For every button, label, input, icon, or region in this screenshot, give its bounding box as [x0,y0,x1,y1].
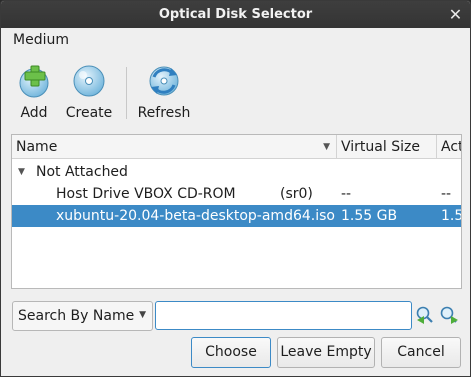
tree-header: Name ▼ Virtual Size Act [12,135,461,159]
column-header-actual-size[interactable]: Act [437,135,462,159]
search-mode-select[interactable]: Search By Name ▼ [12,301,153,331]
create-disk-icon [73,65,105,97]
tree-row-selected[interactable]: xubuntu-20.04-beta-desktop-amd64.iso 1.5… [12,205,461,227]
row-name: xubuntu-20.04-beta-desktop-amd64.iso [56,208,335,224]
expanded-arrow-icon[interactable]: ▼ [18,161,25,183]
title-bar: Optical Disk Selector ✕ [1,1,470,28]
row-virtual-size: -- [341,186,352,202]
refresh-button[interactable]: Refresh [135,57,193,123]
tree-row[interactable]: Host Drive VBOX CD-ROM (sr0) -- -- [12,183,461,205]
column-name-label: Name [16,139,58,155]
row-detail: (sr0) [280,186,313,202]
search-mode-label: Search By Name [18,308,135,324]
row-actual-size: 1.5 [441,208,462,224]
add-disk-icon [19,65,49,98]
medium-tree[interactable]: Name ▼ Virtual Size Act ▼ Not Attached H… [11,134,462,289]
optical-disk-selector-window: Optical Disk Selector ✕ Medium Add Creat… [0,0,471,377]
column-virtual-size-label: Virtual Size [341,139,420,155]
row-actual-size: -- [441,186,452,202]
close-icon[interactable]: ✕ [448,7,463,23]
search-input[interactable] [155,301,412,330]
tree-group-not-attached[interactable]: ▼ Not Attached [12,161,461,183]
column-header-name[interactable]: Name ▼ [12,135,337,159]
toolbar: Add Create Refresh [1,57,470,127]
search-next-icon[interactable] [439,305,459,325]
menu-medium[interactable]: Medium [13,32,69,48]
window-title: Optical Disk Selector [158,7,313,22]
group-label: Not Attached [36,164,128,180]
row-virtual-size: 1.55 GB [341,208,398,224]
create-button-label: Create [65,105,113,121]
add-button-label: Add [20,105,48,121]
menu-bar: Medium [1,28,470,52]
choose-button[interactable]: Choose [191,337,271,368]
refresh-button-label: Refresh [137,105,191,121]
search-previous-icon[interactable] [415,305,435,325]
sort-down-icon: ▼ [323,142,330,152]
toolbar-separator [126,67,127,119]
create-button[interactable]: Create [65,57,113,123]
cancel-button[interactable]: Cancel [381,337,461,368]
add-button[interactable]: Add [13,57,55,123]
refresh-icon [149,66,179,96]
column-header-virtual-size[interactable]: Virtual Size [337,135,437,159]
row-name: Host Drive VBOX CD-ROM [56,186,236,202]
column-actual-size-label: Act [441,139,462,155]
chevron-down-icon: ▼ [139,310,146,320]
leave-empty-button[interactable]: Leave Empty [277,337,375,368]
